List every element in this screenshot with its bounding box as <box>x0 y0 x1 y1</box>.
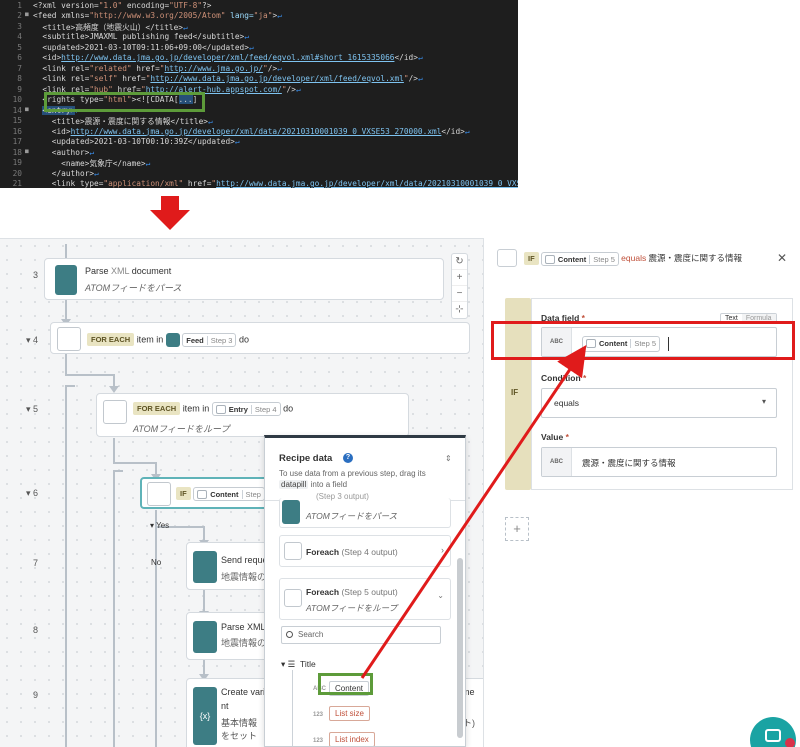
drag-arrow-icon <box>360 345 587 679</box>
notification-badge <box>785 738 795 747</box>
chat-icon <box>765 729 781 742</box>
screenshot-root: 1 <?xml version="1.0" encoding="UTF-8"?> 2… <box>0 0 800 747</box>
